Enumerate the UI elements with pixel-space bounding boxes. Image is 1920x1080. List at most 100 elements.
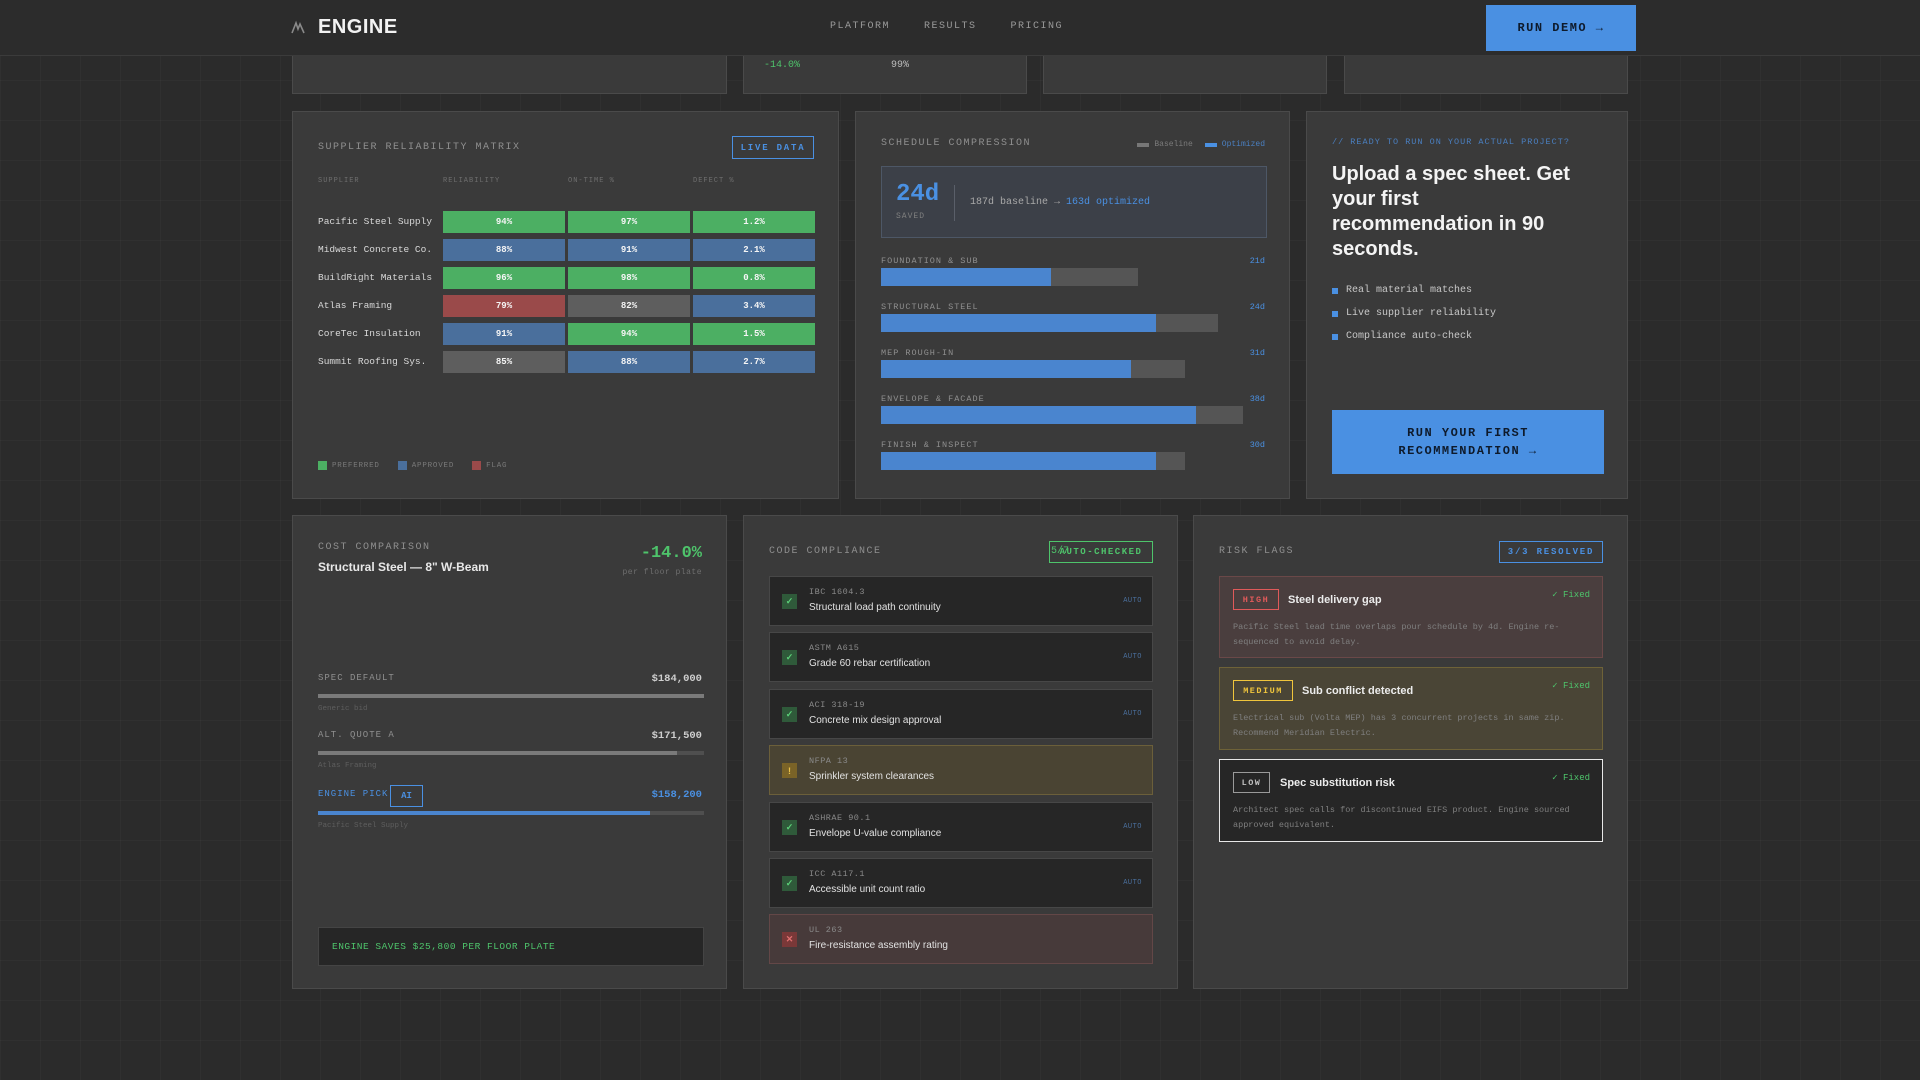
compliance-item-warning[interactable]: ! NFPA 13 Sprinkler system clearances [769, 745, 1153, 795]
compliance-title: CODE COMPLIANCE [769, 546, 882, 557]
phase-days-saved: 30d [1249, 440, 1265, 450]
phase-baseline-bar [881, 314, 1218, 332]
compliance-name: Envelope U-value compliance [809, 828, 942, 839]
cost-bar [318, 694, 704, 698]
schedule-summary: 187d baseline → 163d optimized [970, 197, 1151, 208]
logo-icon [291, 20, 305, 33]
engine-pick-value: $158,200 [651, 789, 702, 801]
compliance-code: ASTM A615 [809, 643, 860, 653]
matrix-cell[interactable]: 82% [568, 295, 690, 317]
run-demo-button[interactable]: RUN DEMO → [1486, 5, 1636, 51]
compliance-code: ACI 318-19 [809, 700, 866, 710]
compliance-item-failed[interactable]: ✕ UL 263 Fire-resistance assembly rating [769, 914, 1153, 964]
cost-title: COST COMPARISON [318, 542, 431, 553]
feature-item: Compliance auto-check [1332, 325, 1496, 348]
matrix-cell[interactable]: 0.8% [693, 267, 815, 289]
top-navbar: ENGINE PLATFORM RESULTS PRICING RUN DEMO… [0, 0, 1920, 56]
matrix-cell[interactable]: 94% [443, 211, 565, 233]
matrix-cell[interactable]: 91% [443, 323, 565, 345]
check-icon: ✓ [782, 650, 797, 665]
risk-item-high[interactable]: HIGH Steel delivery gap ✓ Fixed Pacific … [1219, 576, 1603, 658]
supplier-matrix-title: SUPPLIER RELIABILITY MATRIX [318, 142, 521, 153]
matrix-cell[interactable]: 96% [443, 267, 565, 289]
days-saved-box: 24d SAVED 187d baseline → 163d optimized [881, 166, 1267, 238]
col-header-reliability: RELIABILITY [443, 177, 501, 185]
phase-label: FINISH & INSPECT [881, 440, 979, 450]
auto-tag: AUTO [1123, 653, 1142, 661]
phase-optimized-bar [881, 268, 1051, 286]
nav-pricing[interactable]: PRICING [1011, 21, 1064, 32]
compliance-name: Sprinkler system clearances [809, 771, 935, 782]
fixed-status: ✓ Fixed [1552, 590, 1590, 600]
risk-flags-card: RISK FLAGS 3/3 RESOLVED HIGH Steel deliv… [1193, 515, 1628, 989]
run-first-recommendation-button[interactable]: RUN YOUR FIRST RECOMMENDATION → [1332, 410, 1604, 474]
cost-unit: per floor plate [622, 568, 702, 577]
supplier-name: Midwest Concrete Co. [318, 244, 433, 255]
compliance-item[interactable]: ✓ IBC 1604.3 Structural load path contin… [769, 576, 1153, 626]
matrix-cell[interactable]: 2.7% [693, 351, 815, 373]
compliance-code: ICC A117.1 [809, 869, 866, 879]
risk-item-medium[interactable]: MEDIUM Sub conflict detected ✓ Fixed Ele… [1219, 667, 1603, 750]
cta-card: // READY TO RUN ON YOUR ACTUAL PROJECT? … [1306, 111, 1628, 499]
cost-row-label: SPEC DEFAULT [318, 673, 395, 683]
legend-optimized: Optimized [1204, 140, 1265, 149]
matrix-cell[interactable]: 94% [568, 323, 690, 345]
cost-bar [318, 751, 704, 755]
matrix-cell[interactable]: 1.2% [693, 211, 815, 233]
schedule-card: SCHEDULE COMPRESSION Baseline Optimized … [855, 111, 1290, 499]
auto-tag: AUTO [1123, 710, 1142, 718]
compliance-item[interactable]: ✓ ICC A117.1 Accessible unit count ratio… [769, 858, 1153, 908]
check-icon: ✓ [782, 594, 797, 609]
nav-results[interactable]: RESULTS [924, 21, 977, 32]
compliance-item[interactable]: ✓ ASHRAE 90.1 Envelope U-value complianc… [769, 802, 1153, 852]
live-data-badge: LIVE DATA [732, 136, 814, 159]
phase-label: ENVELOPE & FACADE [881, 394, 985, 404]
matrix-cell[interactable]: 85% [443, 351, 565, 373]
matrix-cell[interactable]: 88% [568, 351, 690, 373]
days-saved-value: 24d [896, 181, 940, 208]
phase-days-saved: 24d [1249, 302, 1265, 312]
phase-optimized-bar [881, 406, 1196, 424]
severity-badge: LOW [1233, 772, 1270, 793]
compliance-name: Grade 60 rebar certification [809, 658, 931, 669]
col-header-supplier: SUPPLIER [318, 177, 360, 185]
risk-item-description: Pacific Steel lead time overlaps pour sc… [1233, 622, 1560, 647]
matrix-cell[interactable]: 91% [568, 239, 690, 261]
fail-icon: ✕ [782, 932, 797, 947]
compliance-code: ASHRAE 90.1 [809, 813, 871, 823]
matrix-legend: PREFERRED APPROVED FLAG [318, 461, 507, 470]
matrix-cell[interactable]: 97% [568, 211, 690, 233]
logo[interactable]: ENGINE [290, 16, 398, 39]
legend-baseline: Baseline [1137, 140, 1193, 149]
supplier-name: BuildRight Materials [318, 272, 433, 283]
compliance-item[interactable]: ✓ ASTM A615 Grade 60 rebar certification… [769, 632, 1153, 682]
auto-checked-badge: AUTO-CHECKED [1049, 541, 1153, 563]
cost-row-source: Pacific Steel Supply [318, 822, 409, 830]
compliance-code: UL 263 [809, 925, 843, 935]
phase-optimized-bar [881, 360, 1131, 378]
phase-baseline-bar [881, 268, 1138, 286]
matrix-cell[interactable]: 2.1% [693, 239, 815, 261]
compliance-name: Concrete mix design approval [809, 715, 942, 726]
supplier-name: Pacific Steel Supply [318, 216, 433, 227]
nav-platform[interactable]: PLATFORM [830, 21, 890, 32]
supplier-name: Summit Roofing Sys. [318, 356, 427, 367]
auto-tag: AUTO [1123, 823, 1142, 831]
phase-baseline-bar [881, 360, 1185, 378]
warning-icon: ! [782, 763, 797, 778]
cost-subtitle: Structural Steel — 8" W-Beam [318, 560, 489, 574]
supplier-matrix-card: SUPPLIER RELIABILITY MATRIX LIVE DATA SU… [292, 111, 839, 499]
fixed-status: ✓ Fixed [1552, 681, 1590, 691]
matrix-cell[interactable]: 3.4% [693, 295, 815, 317]
cta-kicker: // READY TO RUN ON YOUR ACTUAL PROJECT? [1332, 137, 1570, 147]
risk-item-low[interactable]: LOW Spec substitution risk ✓ Fixed Archi… [1219, 759, 1603, 842]
risk-item-title: Steel delivery gap [1288, 594, 1382, 606]
severity-badge: HIGH [1233, 589, 1279, 610]
matrix-cell[interactable]: 1.5% [693, 323, 815, 345]
matrix-cell[interactable]: 88% [443, 239, 565, 261]
matrix-cell[interactable]: 98% [568, 267, 690, 289]
compliance-item[interactable]: ✓ ACI 318-19 Concrete mix design approva… [769, 689, 1153, 739]
cost-row-value: $184,000 [651, 673, 702, 685]
check-icon: ✓ [782, 707, 797, 722]
matrix-cell[interactable]: 79% [443, 295, 565, 317]
